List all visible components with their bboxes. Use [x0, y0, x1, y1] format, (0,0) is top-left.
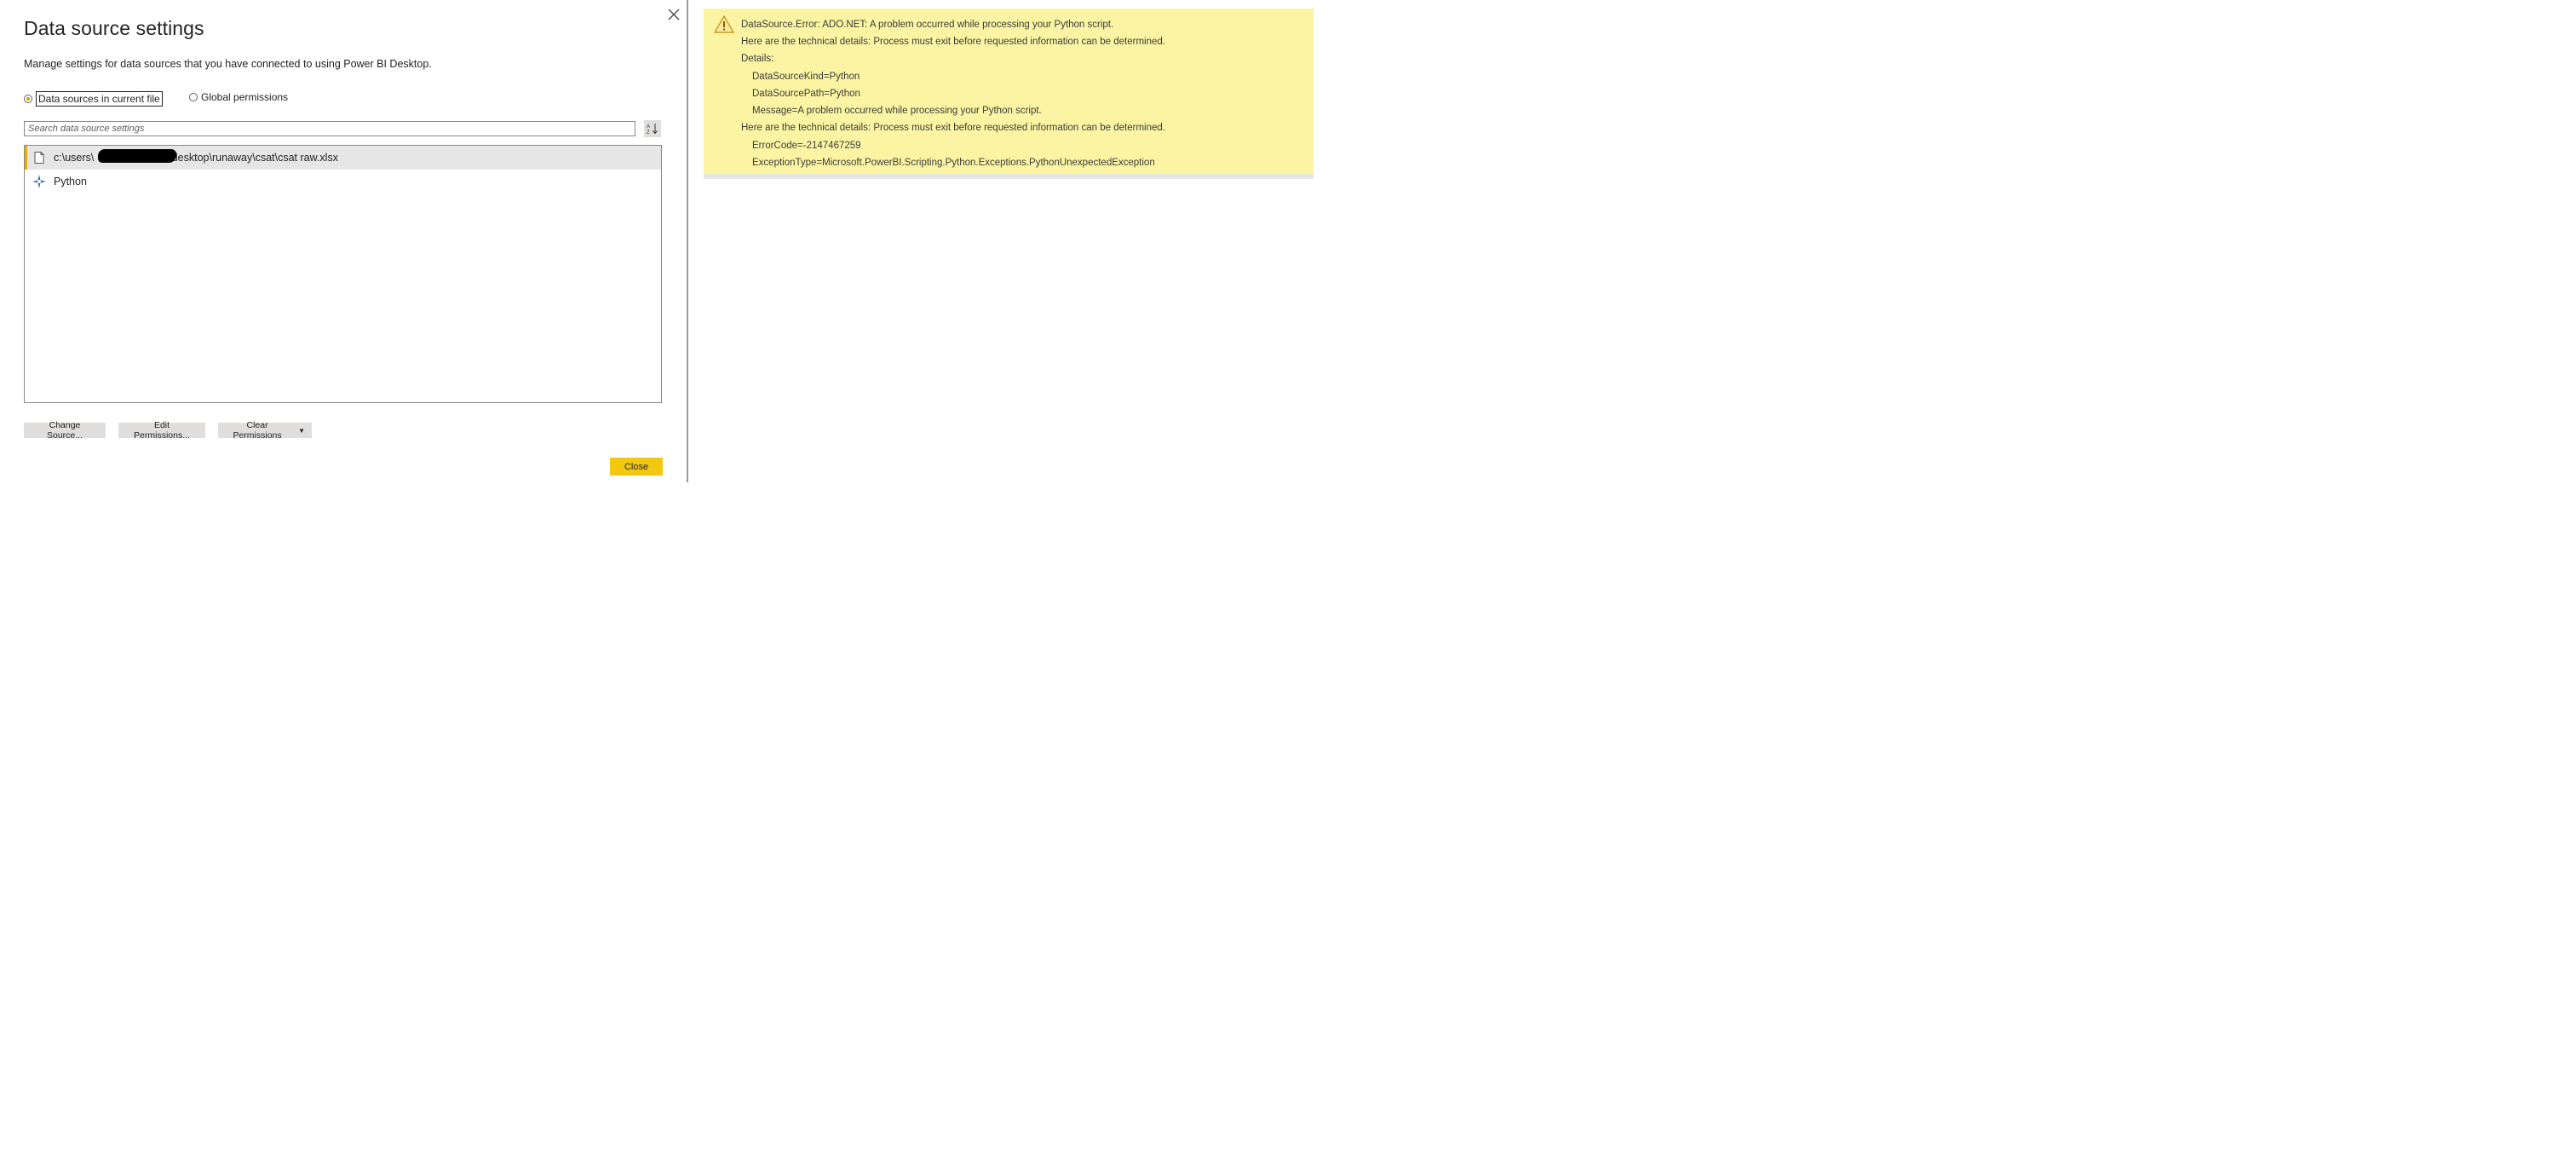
data-source-settings-dialog: Data source settings Manage settings for… — [0, 0, 688, 482]
list-item-csat-file[interactable]: c:\users\ \desktop\runaway\csat\csat raw.… — [25, 146, 661, 170]
error-line: ErrorCode=-2147467259 — [752, 141, 861, 151]
edit-permissions-button[interactable]: Edit Permissions... — [118, 420, 205, 441]
error-line: DataSource.Error: ADO.NET: A problem occ… — [741, 20, 1114, 30]
sort-az-icon: A Z — [647, 124, 658, 135]
radio-global-permissions[interactable]: Global permissions — [189, 91, 288, 103]
error-line: DataSourcePath=Python — [752, 89, 860, 99]
error-line: DataSourceKind=Python — [752, 72, 860, 82]
close-button[interactable]: Close — [610, 458, 663, 476]
radio-global-permissions-label: Global permissions — [201, 91, 289, 103]
list-item-python[interactable]: Python — [25, 170, 661, 193]
change-source-button[interactable]: Change Source... — [24, 420, 106, 441]
warning-icon — [714, 15, 734, 33]
file-path-label: c:\users\ \desktop\runaway\csat\csat raw.… — [54, 149, 338, 164]
clear-permissions-button[interactable]: Clear Permissions ▼ — [218, 420, 312, 441]
svg-text:A: A — [647, 124, 650, 130]
clear-permissions-label: Clear Permissions — [233, 420, 282, 441]
file-icon — [32, 150, 47, 165]
data-source-list: c:\users\ \desktop\runaway\csat\csat raw.… — [24, 145, 662, 403]
search-input[interactable] — [24, 121, 635, 136]
radio-current-file-label: Data sources in current file — [36, 91, 163, 107]
error-line: ExceptionType=Microsoft.PowerBI.Scriptin… — [752, 158, 1155, 168]
error-line: Message=A problem occurred while process… — [752, 106, 1042, 116]
error-line: Here are the technical details: Process … — [741, 123, 1165, 133]
dialog-subtitle: Manage settings for data sources that yo… — [24, 58, 432, 70]
error-message-panel: DataSource.Error: ADO.NET: A problem occ… — [704, 9, 1314, 179]
close-icon[interactable] — [664, 5, 683, 24]
python-connector-icon — [32, 174, 47, 189]
radio-indicator-unchecked[interactable] — [189, 93, 198, 101]
python-label: Python — [54, 175, 87, 187]
error-line: Details: — [741, 54, 774, 64]
error-line: Here are the technical details: Process … — [741, 37, 1165, 47]
dialog-title: Data source settings — [24, 17, 204, 39]
radio-current-file[interactable]: Data sources in current file — [24, 91, 163, 107]
radio-indicator-checked[interactable] — [24, 95, 32, 103]
redaction-mark — [98, 149, 176, 163]
sort-az-button[interactable]: A Z — [644, 120, 661, 137]
svg-text:Z: Z — [647, 130, 650, 135]
chevron-down-icon: ▼ — [298, 426, 305, 435]
